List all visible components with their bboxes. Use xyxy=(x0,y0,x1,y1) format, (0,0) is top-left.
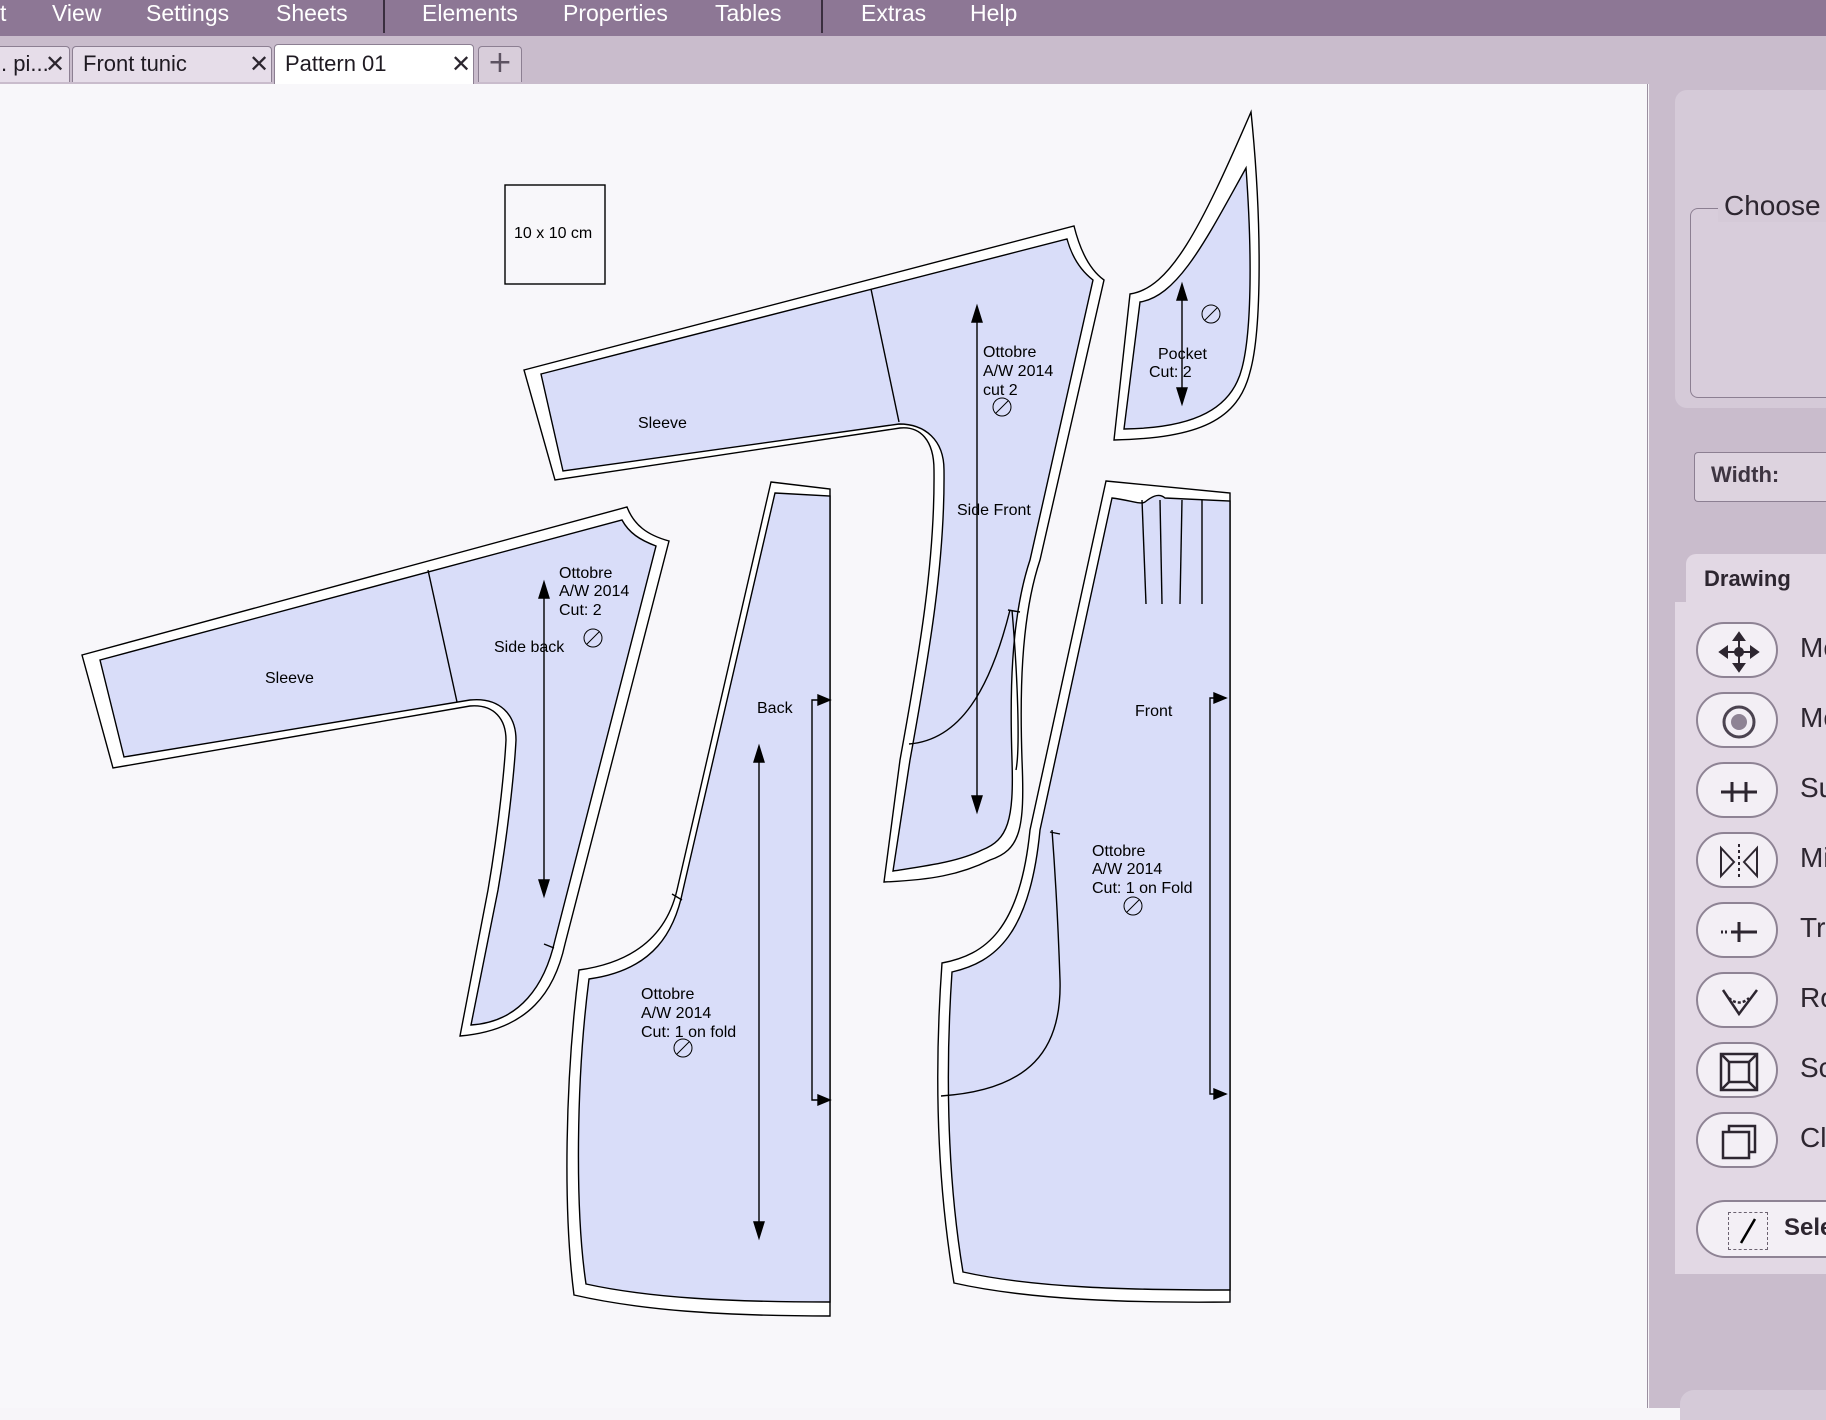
rotate-icon xyxy=(1721,989,1758,1017)
cross-line-icon xyxy=(1721,782,1757,802)
width-field[interactable]: Width: xyxy=(1694,452,1826,502)
back-info-line: Cut: 1 on fold xyxy=(641,1024,736,1041)
width-label: Width: xyxy=(1711,462,1780,487)
tool-label: Ro xyxy=(1800,982,1826,1013)
side-front-info-line: Ottobre xyxy=(983,344,1036,361)
side-back-info-line: Cut: 2 xyxy=(559,602,602,619)
front-label: Front xyxy=(1135,703,1173,720)
side-back-info-line: A/W 2014 xyxy=(559,583,629,600)
point-button[interactable] xyxy=(1696,692,1778,748)
choose-group xyxy=(1690,208,1826,398)
side-front-info-line: cut 2 xyxy=(983,382,1018,399)
tool-label: Mo xyxy=(1800,632,1826,663)
menu-item-extras[interactable]: Extras xyxy=(861,0,926,30)
menu-bar: t View Settings Sheets Elements Properti… xyxy=(0,0,1826,36)
scale-icon xyxy=(1719,1052,1759,1092)
tool-label: Cl xyxy=(1800,1122,1826,1153)
select-label: Sele xyxy=(1784,1214,1826,1241)
clone-button[interactable] xyxy=(1696,1112,1778,1168)
rotate-button[interactable] xyxy=(1696,972,1778,1028)
tool-label: Su xyxy=(1800,772,1826,803)
choose-label: Choose xyxy=(1718,190,1826,222)
subdivide-button[interactable] xyxy=(1696,762,1778,818)
tab-pattern-previous[interactable]: . pi... ✕ xyxy=(0,46,70,82)
tab-label: . pi... xyxy=(1,51,47,76)
front-info-line: Cut: 1 on Fold xyxy=(1092,880,1193,897)
tab-label: Pattern 01 xyxy=(285,51,387,76)
side-back-info-line: Ottobre xyxy=(559,565,612,582)
tab-pattern-01[interactable]: Pattern 01 ✕ xyxy=(274,44,474,84)
back-info-line: A/W 2014 xyxy=(641,1005,711,1022)
pattern-canvas[interactable]: 10 x 10 cm Sleeve Ottobre A/W 2014 cut 2… xyxy=(0,84,1648,1408)
mirror-icon xyxy=(1720,844,1758,880)
side-front-info-line: A/W 2014 xyxy=(983,363,1053,380)
menu-item-tables[interactable]: Tables xyxy=(715,0,781,30)
close-icon[interactable]: ✕ xyxy=(45,50,65,78)
move-icon xyxy=(1718,631,1760,673)
front-info-line: A/W 2014 xyxy=(1092,861,1162,878)
menu-separator xyxy=(383,0,385,33)
move-button[interactable] xyxy=(1696,622,1778,678)
tool-label: Mi xyxy=(1800,842,1826,873)
tool-label: Tr xyxy=(1800,912,1826,943)
close-icon[interactable]: ✕ xyxy=(249,50,269,78)
menu-item-help[interactable]: Help xyxy=(970,0,1017,30)
back-info-line: Ottobre xyxy=(641,986,694,1003)
menu-item-file[interactable]: t xyxy=(0,0,6,30)
pocket-info-line: Pocket xyxy=(1158,346,1207,363)
select-region-icon xyxy=(1728,1212,1768,1250)
add-tab-button[interactable]: + xyxy=(478,46,522,82)
mirror-button[interactable] xyxy=(1696,832,1778,888)
close-icon[interactable]: ✕ xyxy=(451,50,471,78)
scale-button[interactable] xyxy=(1696,1042,1778,1098)
tool-label: Mo xyxy=(1800,702,1826,733)
tab-drawing[interactable]: Drawing xyxy=(1686,554,1826,602)
drawing-tab-label: Drawing xyxy=(1704,566,1791,591)
menu-item-properties[interactable]: Properties xyxy=(563,0,668,30)
tab-front-tunic[interactable]: Front tunic ✕ xyxy=(72,46,272,82)
sleeve-left-label: Sleeve xyxy=(265,670,314,687)
trim-button[interactable] xyxy=(1696,902,1778,958)
truncate-icon xyxy=(1721,922,1757,942)
menu-item-elements[interactable]: Elements xyxy=(422,0,518,30)
pattern-layout: 10 x 10 cm Sleeve Ottobre A/W 2014 cut 2… xyxy=(81,109,1260,1317)
test-square-label: 10 x 10 cm xyxy=(514,225,592,242)
side-front-label: Side Front xyxy=(957,502,1031,519)
tool-label: Sc xyxy=(1800,1052,1826,1083)
clone-icon xyxy=(1721,1124,1757,1160)
pocket-info-line: Cut: 2 xyxy=(1149,364,1192,381)
panel-footer xyxy=(1680,1390,1826,1420)
sleeve-top-label: Sleeve xyxy=(638,415,687,432)
menu-separator xyxy=(821,0,823,33)
menu-item-sheets[interactable]: Sheets xyxy=(276,0,348,30)
select-button[interactable]: Sele xyxy=(1696,1200,1826,1258)
front-info-line: Ottobre xyxy=(1092,843,1145,860)
menu-item-view[interactable]: View xyxy=(52,0,101,30)
side-back-label: Side back xyxy=(494,639,565,656)
tab-label: Front tunic xyxy=(83,51,187,76)
circle-icon xyxy=(1722,705,1756,739)
menu-item-settings[interactable]: Settings xyxy=(146,0,229,30)
back-label: Back xyxy=(757,700,794,717)
